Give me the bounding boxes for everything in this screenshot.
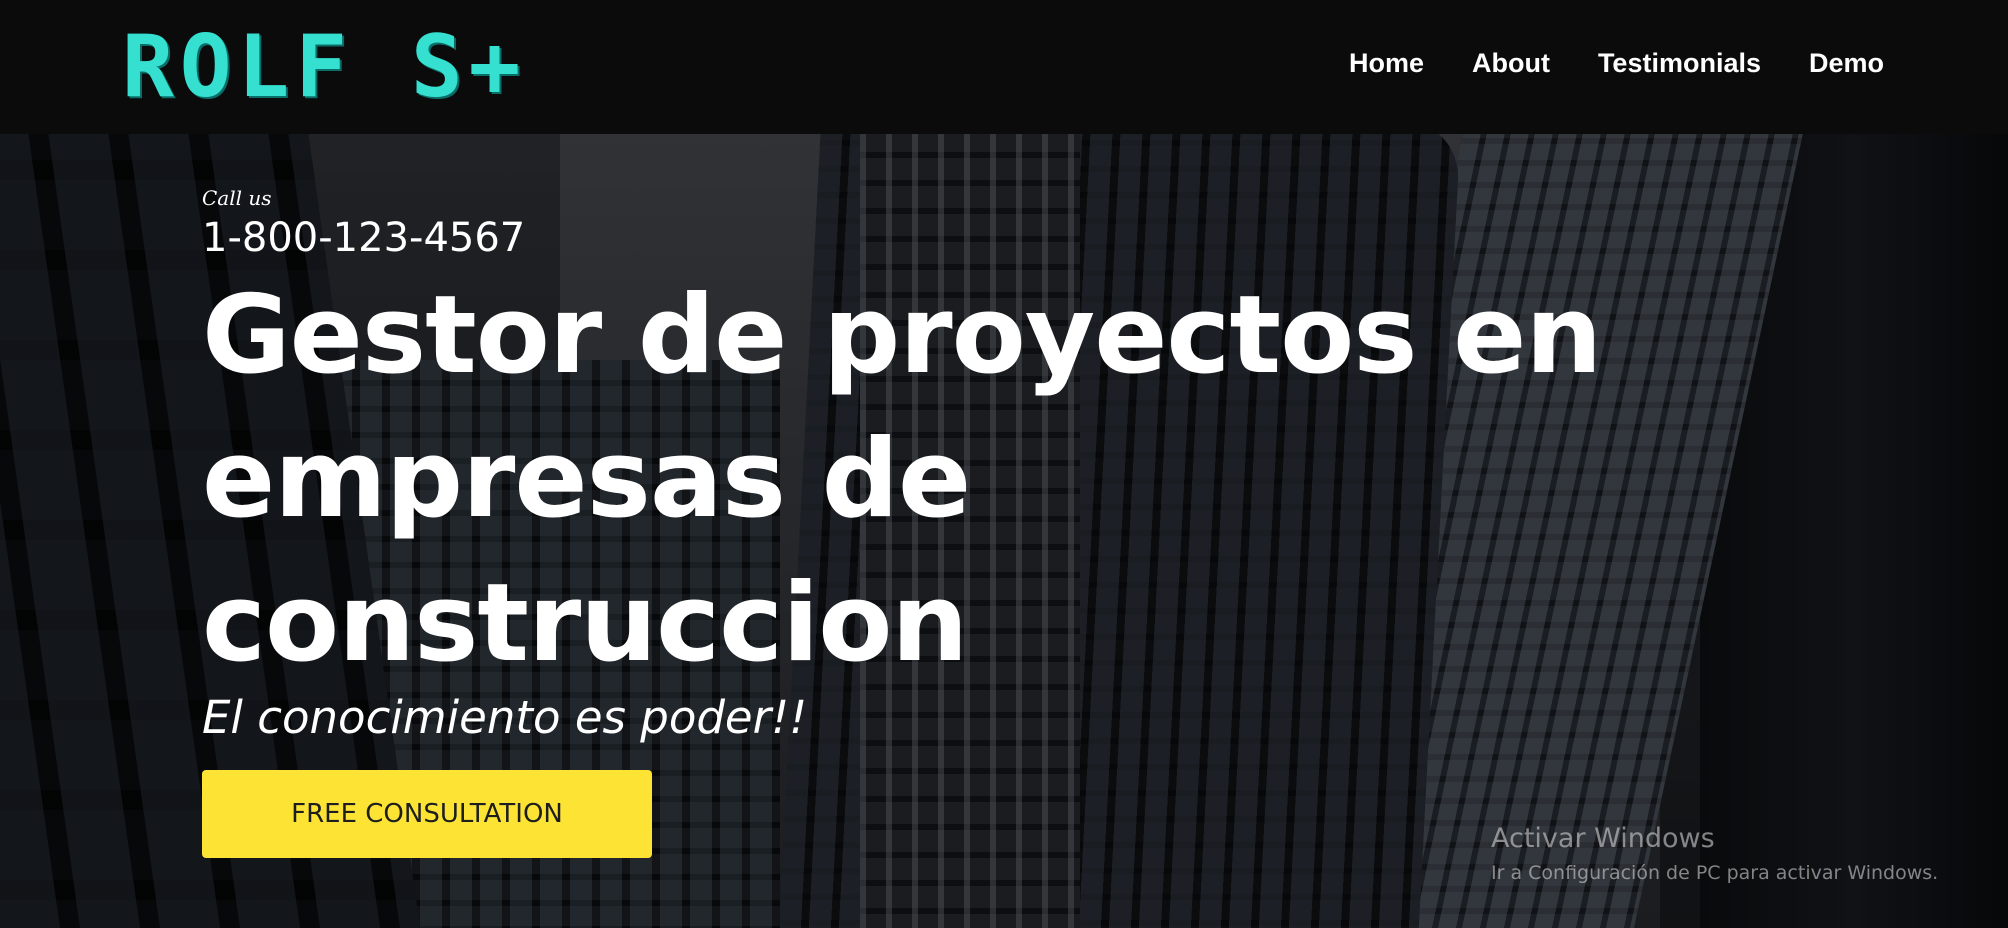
free-consultation-button[interactable]: FREE CONSULTATION [202, 770, 652, 858]
nav-link-about[interactable]: About [1472, 48, 1550, 79]
site-logo[interactable]: ROLF S+ [122, 22, 526, 112]
call-us-label: Call us [202, 186, 272, 210]
hero-headline-line-2: empresas de construccion [202, 417, 971, 686]
nav-link-demo[interactable]: Demo [1809, 48, 1884, 79]
main-nav: Home About Testimonials Demo [1349, 48, 1884, 79]
hero-tagline: El conocimiento es poder!! [202, 691, 808, 744]
phone-number: 1-800-123-4567 [202, 215, 526, 261]
navbar: ROLF S+ Home About Testimonials Demo [0, 0, 2008, 134]
nav-link-home[interactable]: Home [1349, 48, 1424, 79]
watermark-title: Activar Windows [1491, 823, 1715, 854]
watermark-subtitle: Ir a Configuración de PC para activar Wi… [1491, 862, 1939, 884]
nav-link-testimonials[interactable]: Testimonials [1598, 48, 1761, 79]
windows-activation-watermark: Activar Windows Ir a Configuración de PC… [1491, 822, 1938, 886]
hero-section: Call us 1-800-123-4567 Gestor de proyect… [202, 186, 1702, 858]
hero-headline: Gestor de proyectos en empresas de const… [202, 264, 1702, 696]
hero-headline-line-1: Gestor de proyectos en [202, 273, 1602, 398]
